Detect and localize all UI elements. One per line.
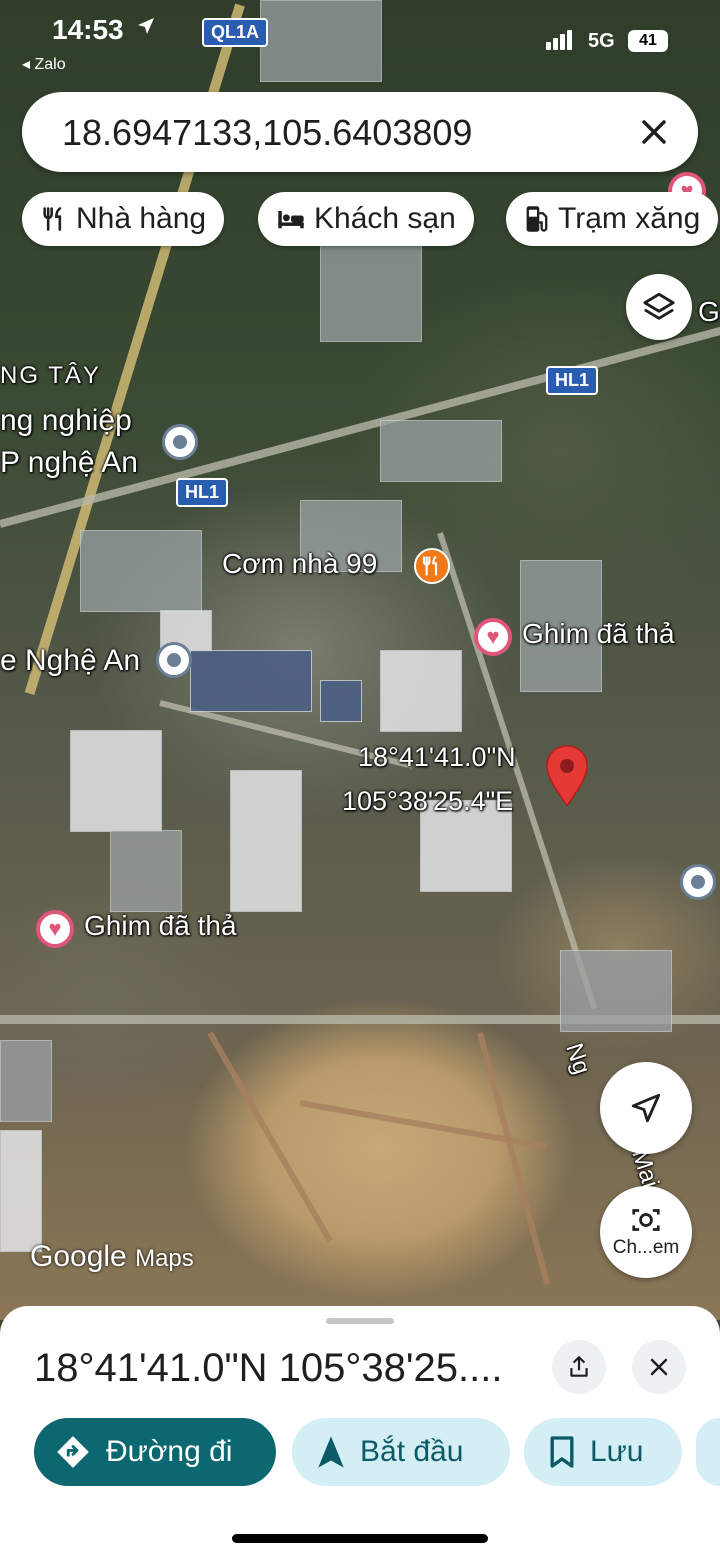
road-curve-3 — [477, 1032, 551, 1285]
place-label: P nghệ An — [0, 446, 138, 479]
directions-label: Đường đi — [106, 1435, 233, 1468]
layers-button[interactable] — [626, 274, 692, 340]
building — [70, 730, 162, 832]
start-button[interactable]: Bắt đầu — [292, 1418, 510, 1486]
chip-restaurants[interactable]: Nhà hàng — [22, 192, 225, 246]
place-pin-icon[interactable] — [156, 642, 192, 678]
navigation-start-icon — [318, 1436, 344, 1468]
building — [190, 650, 312, 712]
saved-pin-label[interactable]: Ghim đã thả — [522, 618, 675, 650]
chip-label: Nhà hàng — [76, 202, 207, 235]
place-pin-icon[interactable] — [162, 424, 198, 460]
place-label: e Nghệ An — [0, 644, 141, 677]
building — [320, 240, 422, 342]
status-time: 14:53 — [52, 14, 124, 45]
saved-pin-heart-icon[interactable]: ♥ — [36, 910, 74, 948]
navigation-arrow-icon — [631, 1093, 661, 1123]
building — [0, 1130, 42, 1252]
camera-lens-icon — [632, 1209, 660, 1231]
district-label: NG TÂY — [0, 362, 101, 389]
saved-pin-label[interactable]: Ghim đã thả — [84, 910, 237, 942]
road-shield: HL1 — [176, 478, 229, 507]
building — [0, 1040, 52, 1122]
battery-icon: 41 — [628, 30, 668, 52]
start-label: Bắt đầu — [360, 1435, 464, 1468]
building — [320, 680, 362, 722]
share-icon — [570, 1356, 588, 1377]
share-button[interactable] — [552, 1340, 606, 1394]
chip-gas-stations[interactable]: Trạm xăng — [506, 192, 719, 246]
more-action-button[interactable] — [696, 1418, 720, 1486]
place-label: ng nghiệp — [0, 404, 132, 437]
saved-pin-heart-icon[interactable]: ♥ — [474, 618, 512, 656]
search-input[interactable]: 18.6947133,105.6403809 — [62, 112, 472, 154]
save-label: Lưu — [590, 1435, 644, 1468]
directions-icon — [57, 1436, 89, 1468]
restaurant-pin-icon[interactable] — [414, 548, 450, 584]
layers-icon — [643, 292, 675, 320]
building — [380, 420, 502, 482]
close-sheet-button[interactable] — [632, 1340, 686, 1394]
building — [80, 530, 202, 612]
close-icon[interactable] — [634, 112, 674, 152]
close-icon — [650, 1358, 668, 1376]
hotel-icon — [278, 210, 304, 229]
status-bar: 14:53 ◂ Zalo 5G 41 — [0, 0, 720, 80]
dropped-pin-icon[interactable] — [544, 744, 590, 808]
building — [110, 830, 182, 912]
building — [560, 950, 672, 1032]
network-type: 5G — [588, 30, 615, 52]
bottom-sheet[interactable]: 18°41'41.0"N 105°38'25.... Đường đi Bắt … — [0, 1306, 720, 1557]
back-to-app-link[interactable]: ◂ Zalo — [22, 54, 66, 74]
camera-button-label: Ch...em — [612, 1237, 680, 1258]
drag-handle[interactable] — [326, 1318, 394, 1324]
restaurant-icon — [43, 207, 62, 231]
building — [230, 770, 302, 912]
my-location-button[interactable] — [600, 1062, 692, 1154]
coordinate-label-lng: 105°38'25.4"E — [342, 786, 514, 816]
place-title: 18°41'41.0"N 105°38'25.... — [34, 1346, 503, 1390]
road-curve — [207, 1031, 333, 1243]
chip-label: Khách sạn — [314, 202, 456, 235]
street-label: Ng — [560, 1040, 596, 1078]
building — [380, 650, 462, 732]
road-shield: HL1 — [546, 366, 599, 395]
place-pin-icon[interactable] — [680, 864, 716, 900]
location-arrow-icon — [138, 18, 154, 34]
chip-hotels[interactable]: Khách sạn — [258, 192, 474, 246]
chip-label: Trạm xăng — [558, 202, 701, 235]
gas-station-icon — [526, 206, 548, 232]
place-label[interactable]: Cơm nhà 99 — [222, 548, 377, 580]
bookmark-icon — [550, 1436, 574, 1468]
edge-label: G — [698, 296, 720, 327]
signal-icon — [546, 30, 574, 50]
camera-search-button[interactable]: Ch...em — [600, 1186, 692, 1278]
search-bar[interactable]: 18.6947133,105.6403809 — [22, 92, 698, 172]
home-indicator[interactable] — [232, 1534, 488, 1543]
google-maps-watermark: Google Maps — [30, 1240, 194, 1273]
directions-button[interactable]: Đường đi — [34, 1418, 276, 1486]
coordinate-label-lat: 18°41'41.0"N — [358, 742, 516, 772]
save-button[interactable]: Lưu — [524, 1418, 682, 1486]
